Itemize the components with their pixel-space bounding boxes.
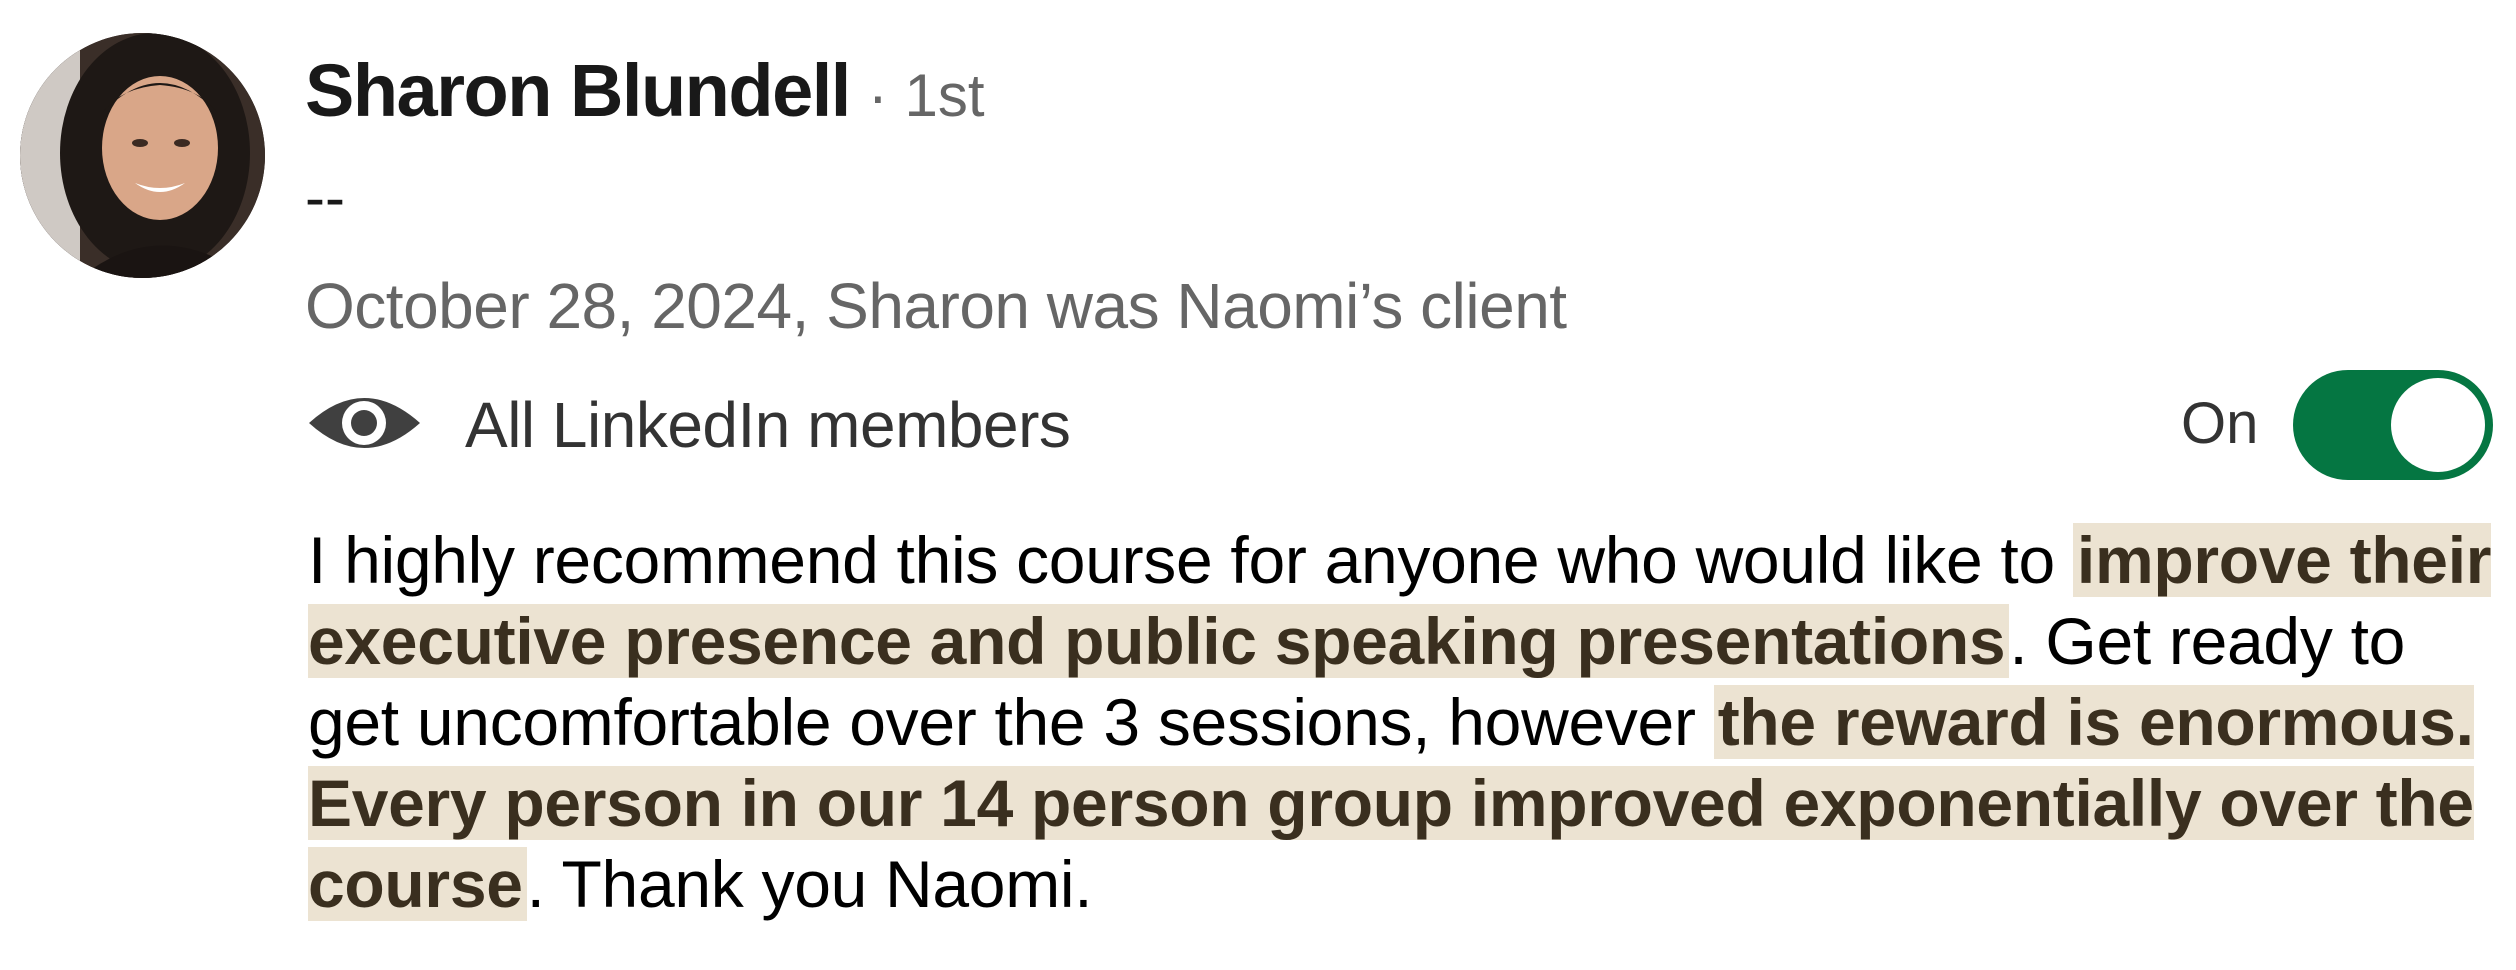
author-headline: -- [305,164,345,231]
author-name[interactable]: Sharon Blundell [305,48,851,133]
toggle-state-label: On [2181,391,2259,456]
visibility-label: All LinkedIn members [465,389,1071,461]
connection-degree: · 1st [867,62,985,129]
recommendation-meta: October 28, 2024, Sharon was Naomi’s cli… [305,270,1567,342]
avatar[interactable] [20,33,265,278]
text-segment: I highly recommend this course for anyon… [308,523,2073,597]
visibility-setting: All LinkedIn members On [305,370,2500,480]
text-segment: . Thank you Naomi. [526,847,1093,921]
recommendation-text: I highly recommend this course for anyon… [308,520,2498,925]
visibility-toggle[interactable] [2293,370,2493,480]
eye-icon [307,383,422,463]
toggle-knob [2391,378,2485,472]
